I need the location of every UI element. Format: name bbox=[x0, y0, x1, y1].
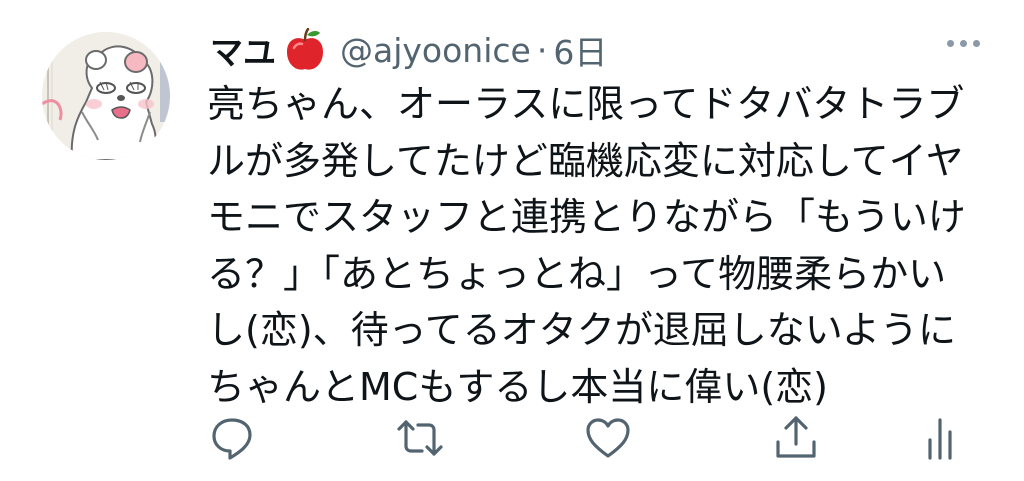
retweet-icon[interactable] bbox=[396, 414, 444, 462]
tweet-text-line: ルが多発してたけど臨機応変に対応してイヤ bbox=[207, 138, 964, 183]
red-apple-emoji bbox=[284, 27, 326, 72]
tweet-text-line: る？」「あとちょっとね」って物腰柔らかい bbox=[207, 251, 947, 296]
reply-icon[interactable] bbox=[208, 414, 256, 462]
tweet-text: 亮ちゃん、オーラスに限ってドタバタトラブ ルが多発してたけど臨機応変に対応してイ… bbox=[207, 76, 1007, 415]
tweet-text-line: モニでスタッフと連携とりながら「もういけ bbox=[207, 195, 966, 239]
share-icon[interactable] bbox=[772, 414, 820, 462]
timestamp[interactable]: 6日 bbox=[553, 26, 607, 74]
tweet-text-line: し(恋)、待ってるオタクが退屈しないように bbox=[207, 308, 956, 352]
action-bar bbox=[0, 400, 1024, 470]
author-display-name[interactable]: マユ bbox=[210, 26, 276, 74]
like-icon[interactable] bbox=[584, 414, 632, 462]
tweet-header: マユ @ajyoonice · 6日 bbox=[210, 22, 980, 78]
author-handle[interactable]: @ajyoonice bbox=[340, 31, 531, 70]
avatar[interactable] bbox=[42, 32, 170, 160]
separator-dot: · bbox=[536, 30, 548, 70]
tweet-text-line: 亮ちゃん、オーラスに限ってドタバタトラブ bbox=[207, 82, 965, 126]
avatar-illustration bbox=[42, 32, 170, 160]
analytics-icon[interactable] bbox=[916, 414, 964, 462]
more-options-icon[interactable] bbox=[947, 40, 980, 47]
